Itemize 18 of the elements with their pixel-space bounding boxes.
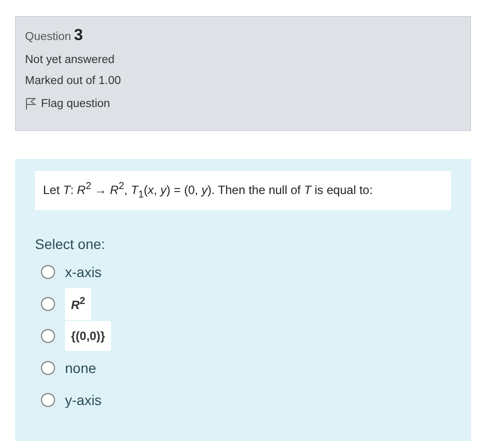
- select-prompt: Select one:: [35, 236, 106, 252]
- option-label: none: [65, 360, 96, 376]
- question-label: Question: [25, 31, 72, 43]
- radio-button[interactable]: [41, 297, 55, 312]
- marks-text: Marked out of 1.00: [25, 75, 122, 87]
- radio-button[interactable]: [41, 361, 55, 376]
- answer-status: Not yet answered: [25, 54, 116, 66]
- radio-button[interactable]: [41, 329, 55, 344]
- radio-button[interactable]: [41, 265, 55, 280]
- radio-button[interactable]: [41, 393, 55, 408]
- question-number: 3: [74, 27, 83, 45]
- question-text: Let T: R$^{2}$ → R$^{2}$, T$_{1}$(x, y) = (0, y). Then the null of T is equal to:: [35, 171, 451, 210]
- flag-icon: [25, 97, 36, 110]
- flag-question-link[interactable]: Flag question: [25, 97, 110, 110]
- option-label: y-axis: [65, 392, 102, 408]
- option-label: x-axis: [65, 264, 102, 280]
- option-label: {(0,0)}: [65, 321, 112, 352]
- option-label: R$^{2}$: [65, 288, 92, 320]
